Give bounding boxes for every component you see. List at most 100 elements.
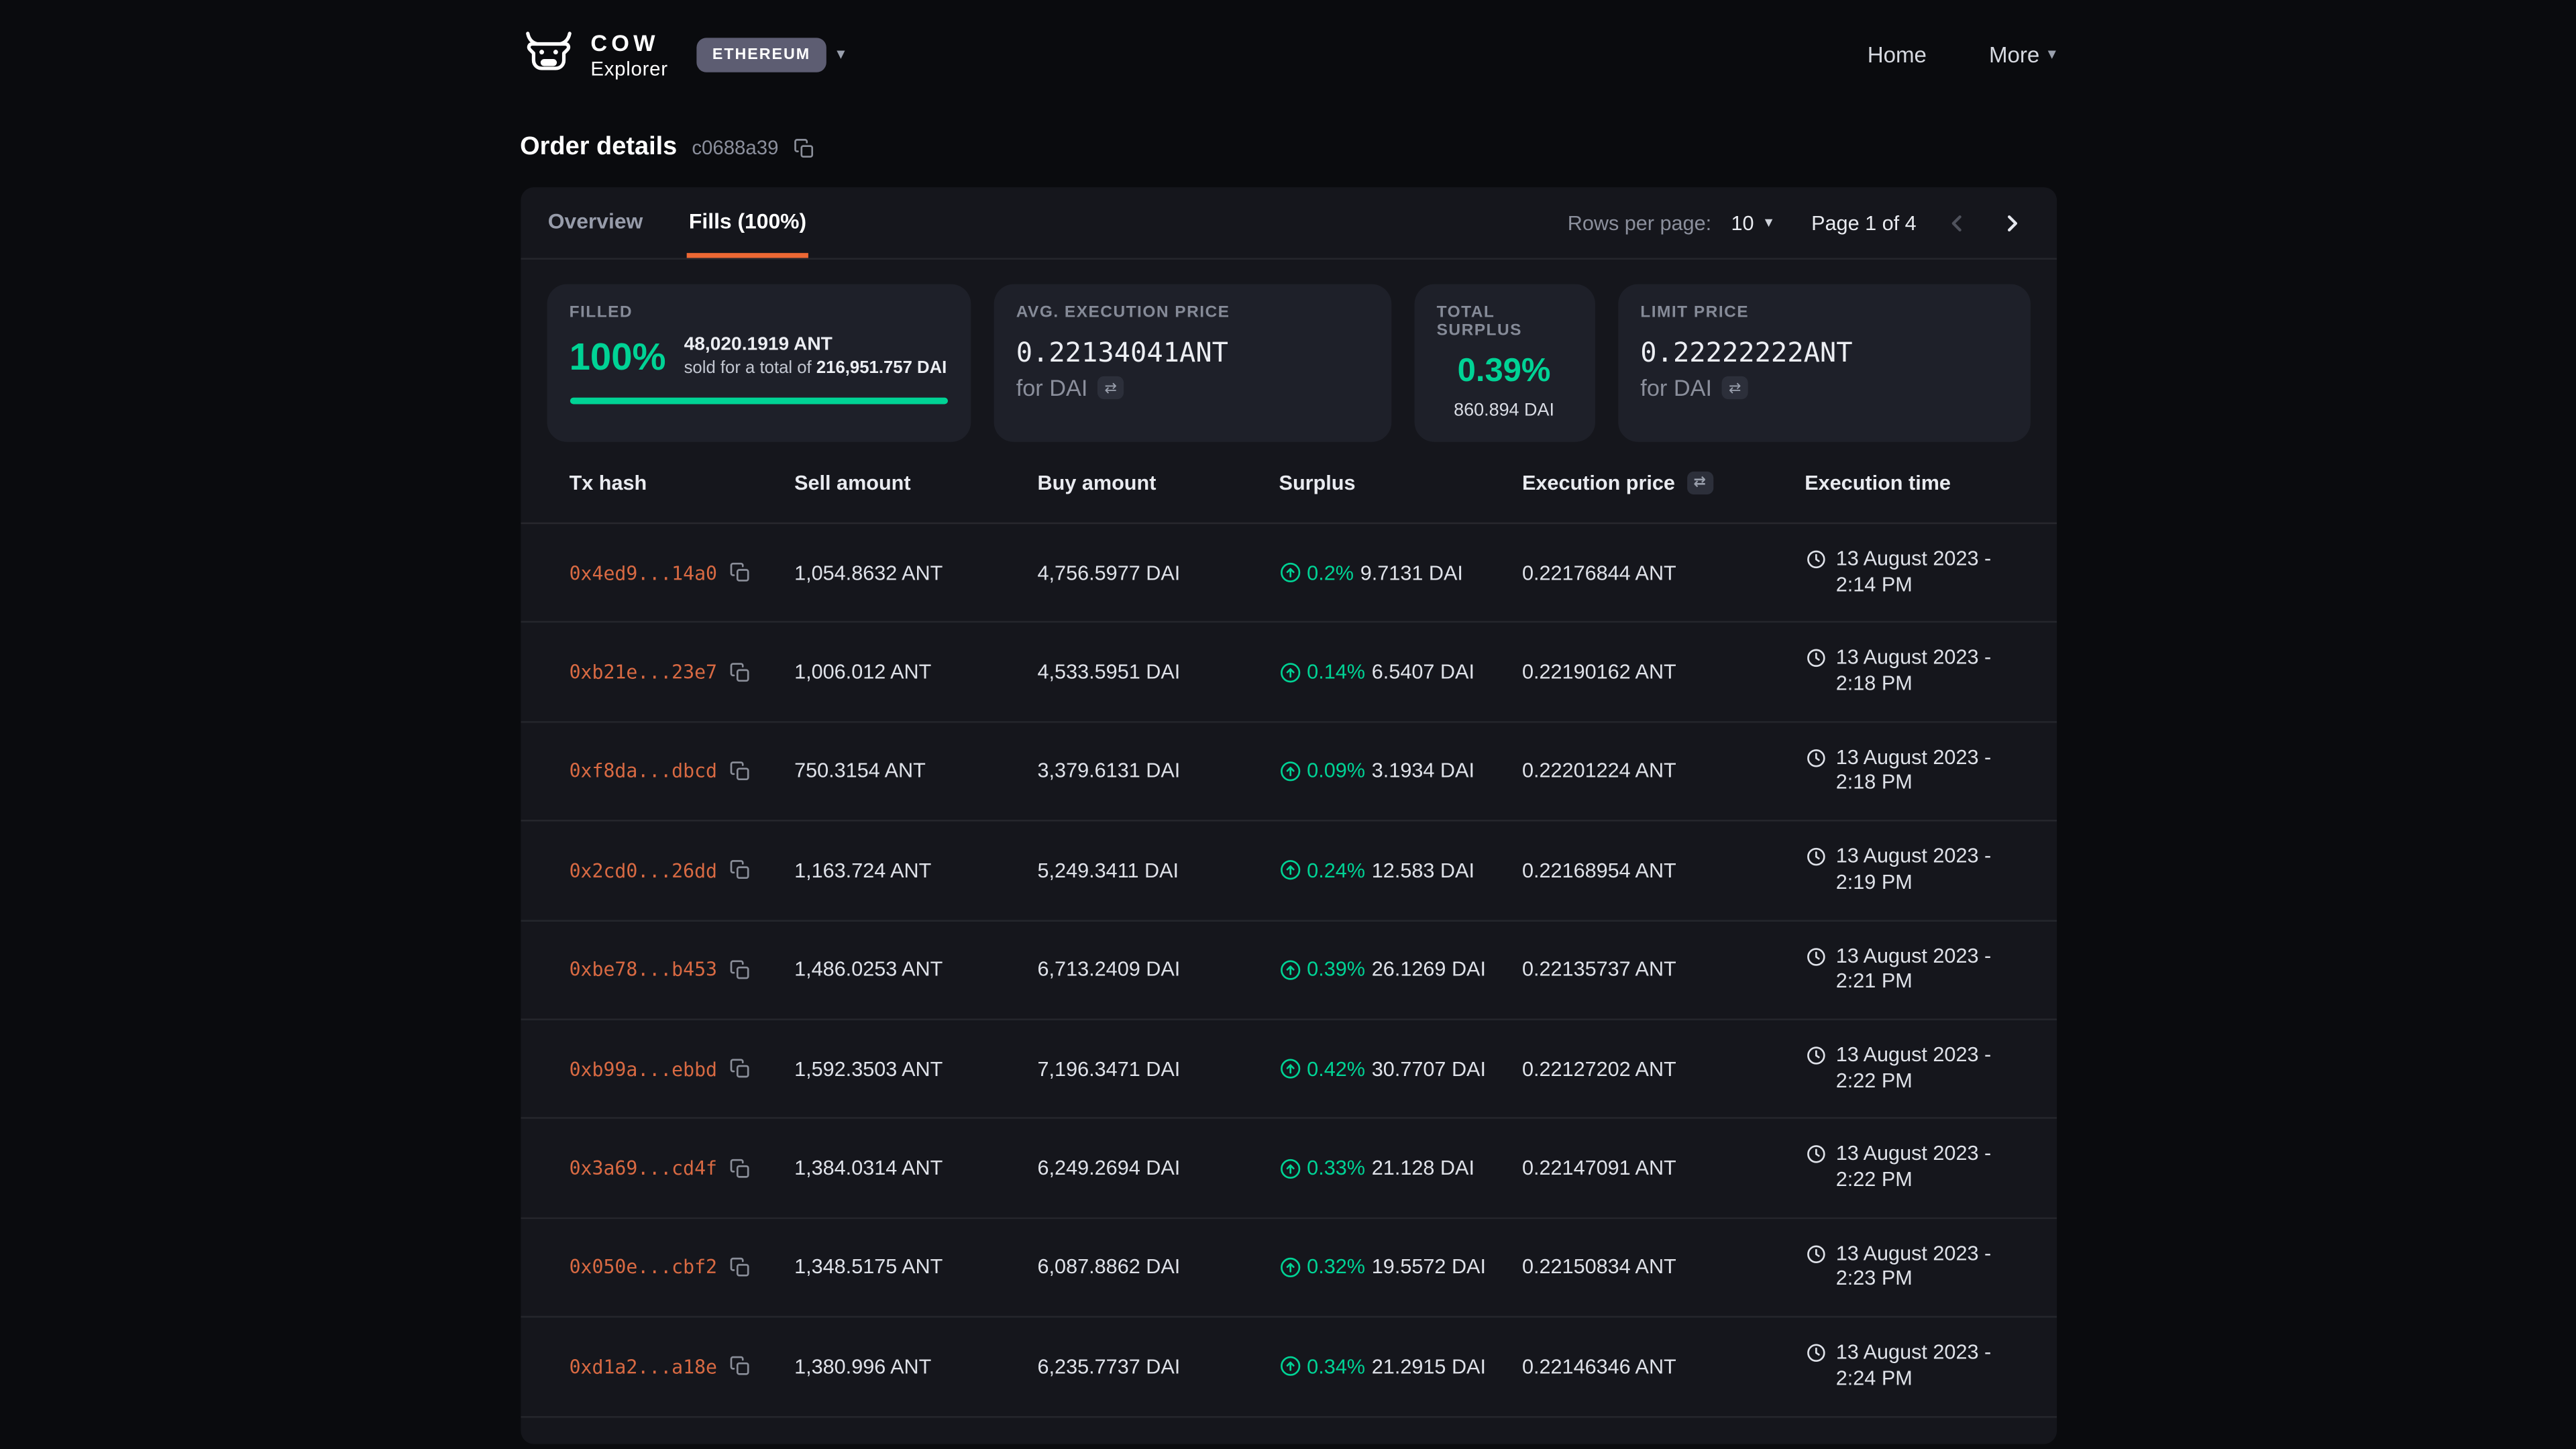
- nav-home[interactable]: Home: [1868, 43, 1927, 68]
- surplus-percent: 0.42%: [1307, 1057, 1365, 1080]
- buy-amount: 4,756.5977 DAI: [1038, 561, 1279, 584]
- copy-tx-hash-icon[interactable]: [729, 661, 750, 683]
- surplus-percent: 0.34%: [1307, 1355, 1365, 1378]
- tx-hash-link[interactable]: 0x3a69...cd4f: [570, 1157, 717, 1179]
- surplus-up-icon: [1279, 661, 1301, 683]
- network-badge[interactable]: ETHEREUM: [696, 38, 826, 72]
- table-row: 0x050e...cbf2 1,348.5175 ANT 6,087.8862 …: [520, 1218, 2056, 1318]
- avg-price-per: for DAI: [1016, 374, 1088, 400]
- total-surplus-label: TOTAL SURPLUS: [1437, 304, 1572, 340]
- surplus-percent: 0.32%: [1307, 1256, 1365, 1279]
- total-surplus-percent: 0.39%: [1437, 354, 1572, 391]
- swap-icon[interactable]: ⇄: [1722, 376, 1748, 399]
- tx-hash-link[interactable]: 0x4ed9...14a0: [570, 561, 717, 584]
- filled-percent: 100%: [570, 335, 666, 379]
- execution-price: 0.22201224 ANT: [1522, 760, 1805, 783]
- clock-icon: [1805, 549, 1826, 570]
- clock-icon: [1805, 747, 1826, 769]
- filled-sold-text: sold for a total of: [684, 358, 812, 378]
- copy-tx-hash-icon[interactable]: [729, 1256, 750, 1278]
- surplus-up-icon: [1279, 959, 1301, 981]
- avg-execution-price-value: 0.22134041ANT: [1016, 337, 1368, 368]
- fills-table-body: 0x4ed9...14a0 1,054.8632 ANT 4,756.5977 …: [520, 524, 2056, 1417]
- tx-hash-link[interactable]: 0xd1a2...a18e: [570, 1355, 717, 1378]
- sell-amount: 1,592.3503 ANT: [794, 1057, 1037, 1080]
- surplus-amount: 21.2915 DAI: [1372, 1355, 1486, 1378]
- surplus-amount: 30.7707 DAI: [1372, 1057, 1486, 1080]
- copy-tx-hash-icon[interactable]: [729, 1157, 750, 1179]
- table-header: Tx hash Sell amount Buy amount Surplus E…: [520, 442, 2056, 524]
- tx-hash-link[interactable]: 0xb21e...23e7: [570, 661, 717, 684]
- surplus-percent: 0.24%: [1307, 859, 1365, 881]
- execution-time-cell: 13 August 2023 - 2:21 PM: [1805, 944, 2030, 996]
- execution-price: 0.22150834 ANT: [1522, 1256, 1805, 1279]
- execution-time: 13 August 2023 - 2:19 PM: [1836, 845, 2030, 896]
- surplus-cell: 0.42% 30.7707 DAI: [1279, 1057, 1522, 1080]
- execution-time-cell: 13 August 2023 - 2:18 PM: [1805, 745, 2030, 797]
- page-status: Page 1 of 4: [1811, 211, 1917, 234]
- execution-time: 13 August 2023 - 2:18 PM: [1836, 745, 2030, 797]
- copy-tx-hash-icon[interactable]: [729, 761, 750, 782]
- tabs: Overview Fills (100%): [546, 187, 808, 258]
- surplus-cell: 0.24% 12.583 DAI: [1279, 859, 1522, 881]
- surplus-up-icon: [1279, 1157, 1301, 1179]
- page: COW Explorer ETHEREUM ▾ Home More ▾ Orde…: [0, 0, 2576, 1449]
- col-execution-time: Execution time: [1805, 471, 2030, 494]
- tx-hash-cell: 0xd1a2...a18e: [570, 1355, 795, 1378]
- network-selector[interactable]: ETHEREUM ▾: [696, 38, 845, 72]
- filled-sold-total: 216,951.757 DAI: [816, 358, 947, 378]
- logo[interactable]: COW Explorer: [520, 30, 668, 80]
- execution-time: 13 August 2023 - 2:18 PM: [1836, 647, 2030, 698]
- col-buy-amount: Buy amount: [1038, 471, 1279, 494]
- tx-hash-cell: 0xf8da...dbcd: [570, 760, 795, 783]
- limit-price-number: 0.22222222: [1640, 337, 1803, 368]
- swap-icon[interactable]: ⇄: [1686, 471, 1713, 494]
- surplus-cell: 0.33% 21.128 DAI: [1279, 1157, 1522, 1179]
- surplus-amount: 12.583 DAI: [1372, 859, 1474, 881]
- next-page-button[interactable]: [1995, 206, 2028, 239]
- chevron-down-icon: ▾: [2048, 47, 2056, 63]
- execution-price: 0.22147091 ANT: [1522, 1157, 1805, 1179]
- surplus-cell: 0.14% 6.5407 DAI: [1279, 661, 1522, 684]
- copy-tx-hash-icon[interactable]: [729, 562, 750, 584]
- execution-time-cell: 13 August 2023 - 2:24 PM: [1805, 1341, 2030, 1393]
- tx-hash-link[interactable]: 0x050e...cbf2: [570, 1256, 717, 1279]
- copy-tx-hash-icon[interactable]: [729, 959, 750, 981]
- execution-time: 13 August 2023 - 2:22 PM: [1836, 1142, 2030, 1194]
- tx-hash-link[interactable]: 0xbe78...b453: [570, 958, 717, 981]
- clock-icon: [1805, 1342, 1826, 1364]
- tab-fills[interactable]: Fills (100%): [687, 187, 808, 258]
- swap-icon[interactable]: ⇄: [1097, 376, 1124, 399]
- surplus-cell: 0.32% 19.5572 DAI: [1279, 1256, 1522, 1279]
- tx-hash-cell: 0xb21e...23e7: [570, 661, 795, 684]
- copy-tx-hash-icon[interactable]: [729, 1058, 750, 1079]
- tab-overview[interactable]: Overview: [546, 187, 645, 258]
- surplus-up-icon: [1279, 761, 1301, 782]
- surplus-cell: 0.2% 9.7131 DAI: [1279, 561, 1522, 584]
- buy-amount: 3,379.6131 DAI: [1038, 760, 1279, 783]
- logo-wordmark: COW: [590, 32, 667, 54]
- previous-page-button[interactable]: [1939, 206, 1972, 239]
- sell-amount: 1,384.0314 ANT: [794, 1157, 1037, 1179]
- copy-tx-hash-icon[interactable]: [729, 860, 750, 881]
- surplus-up-icon: [1279, 1058, 1301, 1079]
- surplus-up-icon: [1279, 860, 1301, 881]
- rows-per-page-label: Rows per page:: [1568, 211, 1711, 234]
- nav-more[interactable]: More ▾: [1989, 43, 2056, 68]
- rows-per-page-select[interactable]: 10 ▼: [1731, 211, 1776, 234]
- nav-more-label: More: [1989, 43, 2039, 68]
- buy-amount: 4,533.5951 DAI: [1038, 661, 1279, 684]
- buy-amount: 6,087.8862 DAI: [1038, 1256, 1279, 1279]
- tx-hash-link[interactable]: 0x2cd0...26dd: [570, 859, 717, 881]
- tx-hash-link[interactable]: 0xf8da...dbcd: [570, 760, 717, 783]
- tx-hash-cell: 0x050e...cbf2: [570, 1256, 795, 1279]
- copy-order-id-icon[interactable]: [793, 137, 814, 158]
- copy-tx-hash-icon[interactable]: [729, 1356, 750, 1377]
- table-row: 0xd1a2...a18e 1,380.996 ANT 6,235.7737 D…: [520, 1318, 2056, 1417]
- execution-time-cell: 13 August 2023 - 2:14 PM: [1805, 547, 2030, 599]
- avg-execution-price-label: AVG. EXECUTION PRICE: [1016, 304, 1368, 322]
- execution-price: 0.22190162 ANT: [1522, 661, 1805, 684]
- table-row: 0xf8da...dbcd 750.3154 ANT 3,379.6131 DA…: [520, 722, 2056, 822]
- sell-amount: 1,006.012 ANT: [794, 661, 1037, 684]
- tx-hash-link[interactable]: 0xb99a...ebbd: [570, 1057, 717, 1080]
